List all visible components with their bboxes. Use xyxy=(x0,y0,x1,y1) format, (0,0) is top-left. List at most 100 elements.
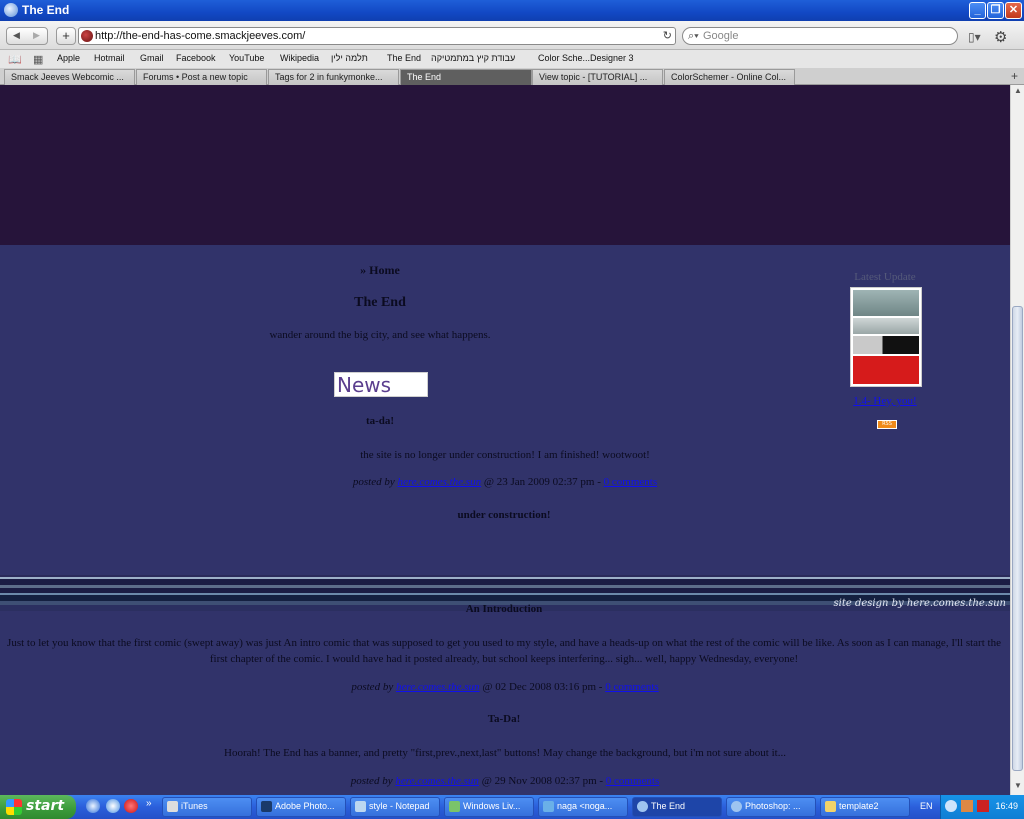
scroll-up-icon[interactable]: ▲ xyxy=(1012,86,1024,98)
site-title: The End xyxy=(354,295,406,310)
bookmark-item[interactable]: The End xyxy=(387,53,421,63)
start-button[interactable]: start xyxy=(0,795,76,819)
photoshop-icon xyxy=(261,801,272,812)
author-link[interactable]: here.comes.the.sun xyxy=(396,681,480,693)
top-sites-grid-icon[interactable]: ▦ xyxy=(33,53,43,66)
messenger-icon xyxy=(543,801,554,812)
vertical-scrollbar[interactable]: ▲ ▼ xyxy=(1010,85,1024,795)
tab-active[interactable]: The End xyxy=(400,69,532,85)
page-menu-icon[interactable]: ▯▾ xyxy=(968,30,984,44)
reload-icon[interactable]: ↻ xyxy=(663,28,672,44)
bookmarks-book-icon[interactable]: 📖 xyxy=(8,53,22,66)
comments-link[interactable]: 0 comments xyxy=(604,476,657,488)
post-body: Just to let you know that the first comi… xyxy=(7,637,1001,665)
site-tagline: wander around the big city, and see what… xyxy=(269,329,491,341)
sidebar-latest-update: Latest Update 1.4- Hey, you! RSS xyxy=(840,271,930,429)
taskbar-item-label: style - Notepad xyxy=(369,801,430,811)
bookmark-item[interactable]: Wikipedia xyxy=(280,53,319,63)
tab-label: View topic - [TUTORIAL] ... xyxy=(539,72,648,82)
add-bookmark-button[interactable]: + xyxy=(56,27,76,45)
language-indicator[interactable]: EN xyxy=(920,801,933,811)
search-field[interactable]: ⌕▾ Google xyxy=(682,27,958,45)
quicklaunch-browser-icon[interactable] xyxy=(106,799,120,813)
quicklaunch-ie-icon[interactable] xyxy=(86,799,100,813)
clock: 16:49 xyxy=(995,801,1018,811)
post-meta: posted by here.comes.the.sun @ 23 Jan 20… xyxy=(300,476,710,488)
home-link[interactable]: » Home xyxy=(355,263,405,278)
tab[interactable]: View topic - [TUTORIAL] ... xyxy=(532,69,663,85)
page-content: » Home The End wander around the big cit… xyxy=(0,245,1010,795)
news-heading-image: News xyxy=(334,372,428,397)
taskbar-item-label: Adobe Photo... xyxy=(275,801,335,811)
tray-expand-icon[interactable] xyxy=(945,800,957,812)
start-label: start xyxy=(26,798,65,814)
new-tab-button[interactable]: + xyxy=(1011,69,1018,83)
taskbar-item[interactable]: Adobe Photo... xyxy=(256,797,346,817)
notepad-icon xyxy=(355,801,366,812)
taskbar-item-label: iTunes xyxy=(181,801,208,811)
system-tray: 16:49 xyxy=(940,795,1024,819)
author-link[interactable]: here.comes.the.sun xyxy=(397,476,481,488)
taskbar-item-label: naga <noga... xyxy=(557,801,613,811)
url-text: http://the-end-has-come.smackjeeves.com/ xyxy=(95,30,306,42)
tab-label: Smack Jeeves Webcomic ... xyxy=(11,72,124,82)
comments-link[interactable]: 0 comments xyxy=(606,775,659,787)
latest-comic-thumbnail[interactable] xyxy=(850,287,922,387)
bookmark-item[interactable]: Facebook xyxy=(176,53,216,63)
site-design-credit: site design by here.comes.the.sun xyxy=(833,598,1006,609)
bookmark-item[interactable]: עבודת קיץ במתמטיקה xyxy=(431,53,515,63)
latest-update-link[interactable]: 1.4- Hey, you! xyxy=(840,395,930,407)
tab[interactable]: Forums • Post a new topic xyxy=(136,69,267,85)
post-title: under construction! xyxy=(457,509,551,521)
bookmark-item[interactable]: תלמה ילין xyxy=(331,53,368,63)
tray-app-icon[interactable] xyxy=(961,800,973,812)
address-bar[interactable]: http://the-end-has-come.smackjeeves.com/… xyxy=(78,27,676,45)
back-icon[interactable]: ◀ xyxy=(13,30,20,41)
window-title: The End xyxy=(22,3,70,17)
tab[interactable]: Tags for 2 in funkymonke... xyxy=(268,69,399,85)
thumbnail-panel xyxy=(853,318,919,334)
thumbnail-panel xyxy=(853,336,919,354)
gear-icon[interactable]: ⚙ xyxy=(994,28,1007,46)
tab[interactable]: Smack Jeeves Webcomic ... xyxy=(4,69,135,85)
tab[interactable]: ColorSchemer - Online Col... xyxy=(664,69,795,85)
taskbar-item[interactable]: Photoshop: ... xyxy=(726,797,816,817)
bookmark-item[interactable]: Apple xyxy=(57,53,80,63)
site-favicon-icon xyxy=(81,30,93,42)
back-forward-buttons: ◀ ▶ xyxy=(6,27,48,45)
bookmark-item[interactable]: Hotmail xyxy=(94,53,125,63)
meta-separator: - xyxy=(597,476,601,488)
scroll-down-icon[interactable]: ▼ xyxy=(1012,781,1024,793)
bookmark-item[interactable]: YouTube xyxy=(229,53,264,63)
minimize-button[interactable]: _ xyxy=(969,2,986,19)
taskbar-item[interactable]: style - Notepad xyxy=(350,797,440,817)
taskbar-item[interactable]: Windows Liv... xyxy=(444,797,534,817)
scrollbar-thumb[interactable] xyxy=(1012,306,1023,771)
post-date: @ 29 Nov 2008 02:37 pm xyxy=(481,775,597,787)
taskbar-item[interactable]: template2 xyxy=(820,797,910,817)
author-link[interactable]: here.comes.the.sun xyxy=(395,775,479,787)
taskbar-item[interactable]: iTunes xyxy=(162,797,252,817)
restore-button[interactable]: ❐ xyxy=(987,2,1004,19)
forward-icon[interactable]: ▶ xyxy=(33,30,40,41)
quicklaunch-messenger-icon[interactable] xyxy=(124,799,138,813)
post-meta: posted by here.comes.the.sun @ 02 Dec 20… xyxy=(300,681,710,693)
close-button[interactable]: ✕ xyxy=(1005,2,1022,19)
windows-flag-icon xyxy=(6,799,22,815)
page-viewport: » Home The End wander around the big cit… xyxy=(0,85,1010,795)
search-placeholder: Google xyxy=(703,30,739,42)
comments-link[interactable]: 0 comments xyxy=(605,681,658,693)
search-icon: ⌕▾ xyxy=(688,30,699,42)
meta-separator: - xyxy=(599,775,604,787)
taskbar-item-label: The End xyxy=(651,801,686,811)
post-body: the site is no longer under construction… xyxy=(360,449,650,461)
taskbar-item-active[interactable]: The End xyxy=(632,797,722,817)
bookmark-item[interactable]: Color Sche...Designer 3 xyxy=(538,53,634,63)
bookmark-item[interactable]: Gmail xyxy=(140,53,164,63)
rss-badge[interactable]: RSS xyxy=(877,420,897,429)
tray-adobe-icon[interactable] xyxy=(977,800,989,812)
taskbar-item-label: Photoshop: ... xyxy=(745,801,801,811)
quicklaunch-more-icon[interactable]: » xyxy=(146,798,152,809)
meta-separator: - xyxy=(598,681,603,693)
taskbar-item[interactable]: naga <noga... xyxy=(538,797,628,817)
